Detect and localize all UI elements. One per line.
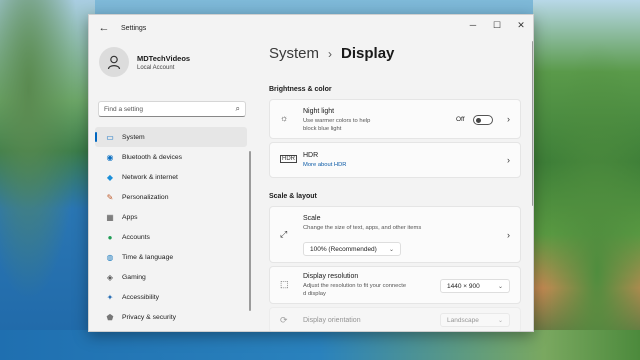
network-icon: ◆ (106, 172, 114, 182)
sidebar-item-bluetooth-devices[interactable]: ◉ Bluetooth & devices (95, 147, 247, 167)
page-title: Display (341, 45, 395, 62)
sidebar-item-label: Time & language (122, 253, 174, 261)
chevron-down-icon: ⌄ (497, 317, 503, 324)
night-light-card[interactable]: ☼ Night light Use warmer colors to help … (269, 99, 521, 139)
user-icon (107, 55, 121, 70)
sidebar-item-privacy-security[interactable]: ⬟ Privacy & security (95, 307, 247, 327)
sidebar-item-windows-update[interactable]: ↻Windows Update (95, 327, 247, 331)
sidebar-item-label: Network & internet (122, 173, 178, 181)
accessibility-icon: ✦ (106, 292, 114, 302)
resolution-dropdown[interactable]: 1440 × 900 ⌄ (440, 279, 510, 293)
breadcrumb: System › Display (269, 45, 394, 62)
chevron-right-icon[interactable]: › (507, 155, 510, 165)
sidebar-item-personalization[interactable]: ✎ Personalization (95, 187, 247, 207)
window-controls: ─ ☐ ✕ (461, 15, 533, 35)
shield-icon: ⬟ (106, 312, 114, 322)
night-light-desc-2: block blue light (303, 126, 342, 132)
orientation-icon: ⟳ (280, 315, 288, 325)
night-light-toggle[interactable] (473, 115, 493, 125)
resolution-title: Display resolution (303, 273, 359, 280)
desktop-background-left (0, 0, 95, 360)
resolution-desc-1: Adjust the resolution to fit your connec… (303, 283, 407, 289)
sidebar: MDTechVideos Local Account ⌕ ▭ System ◉ Blu… (89, 41, 253, 331)
avatar (99, 47, 129, 77)
profile-account-type: Local Account (137, 64, 175, 71)
gaming-icon: ◈ (106, 272, 114, 282)
night-light-state: Off (456, 116, 465, 123)
sidebar-item-label: Privacy & security (122, 313, 177, 321)
orientation-title: Display orientation (303, 317, 361, 324)
chevron-right-icon[interactable]: › (507, 230, 510, 240)
scale-desc: Change the size of text, apps, and other… (303, 225, 422, 231)
title-bar: ← Settings ─ ☐ ✕ (89, 15, 533, 41)
minimize-button[interactable]: ─ (461, 15, 485, 35)
resolution-desc-2: d display (303, 291, 326, 297)
sidebar-item-accessibility[interactable]: ✦ Accessibility (95, 287, 247, 307)
content-scrollbar[interactable] (532, 41, 533, 206)
app-title: Settings (121, 24, 147, 32)
chevron-right-icon[interactable]: › (507, 114, 510, 124)
breadcrumb-separator: › (328, 46, 333, 61)
hdr-link[interactable]: More about HDR (303, 162, 347, 168)
scale-title: Scale (303, 215, 321, 222)
sidebar-item-gaming[interactable]: ◈ Gaming (95, 267, 247, 287)
chevron-down-icon: ⌄ (388, 246, 394, 253)
hdr-card[interactable]: HDR HDR More about HDR › (269, 142, 521, 178)
hdr-icon: HDR (280, 155, 297, 163)
sidebar-item-label: Apps (122, 213, 138, 221)
sidebar-item-apps[interactable]: ▦ Apps (95, 207, 247, 227)
main-content: System › Display Brightness & color ☼ Ni… (261, 41, 533, 331)
search-box[interactable]: ⌕ (98, 101, 246, 117)
resolution-icon: ⬚ (280, 279, 289, 289)
scale-icon: ⤢ (280, 229, 288, 239)
sidebar-item-label: Personalization (122, 193, 169, 201)
back-arrow-icon: ← (98, 22, 110, 34)
settings-window: ← Settings ─ ☐ ✕ MDTechVideos Local Acco… (88, 14, 534, 332)
chevron-down-icon: ⌄ (497, 283, 503, 290)
profile-name: MDTechVideos (137, 53, 191, 63)
scale-card[interactable]: ⤢ Scale Change the size of text, apps, a… (269, 206, 521, 263)
orientation-value: Landscape (447, 316, 479, 324)
scale-value: 100% (Recommended) (310, 245, 377, 253)
sun-icon: ☼ (280, 113, 289, 123)
sidebar-item-label: Bluetooth & devices (122, 153, 183, 161)
sidebar-item-label: System (122, 133, 145, 141)
scale-dropdown[interactable]: 100% (Recommended) ⌄ (303, 242, 401, 256)
desktop-background-bottom (0, 330, 640, 360)
sidebar-nav: ▭ System ◉ Bluetooth & devices ◆ Network & in… (95, 127, 247, 331)
apps-icon: ▦ (106, 212, 114, 222)
breadcrumb-parent[interactable]: System (269, 45, 319, 62)
accounts-icon: ● (107, 232, 113, 242)
orientation-dropdown[interactable]: Landscape ⌄ (440, 313, 510, 327)
orientation-card[interactable]: ⟳ Display orientation Landscape ⌄ (269, 307, 521, 331)
close-button[interactable]: ✕ (509, 15, 533, 35)
desktop-background-right (533, 0, 640, 360)
resolution-value: 1440 × 900 (447, 282, 480, 290)
sidebar-item-system[interactable]: ▭ System (95, 127, 247, 147)
globe-icon: ◍ (106, 252, 114, 262)
sidebar-item-accounts[interactable]: ● Accounts (95, 227, 247, 247)
search-input[interactable] (104, 105, 224, 113)
profile[interactable]: MDTechVideos Local Account (99, 47, 190, 77)
sidebar-item-time-language[interactable]: ◍ Time & language (95, 247, 247, 267)
toggle-knob (476, 117, 481, 123)
sidebar-scrollbar[interactable] (249, 151, 251, 311)
section-brightness: Brightness & color (269, 86, 332, 93)
search-icon[interactable]: ⌕ (236, 104, 240, 114)
hdr-title: HDR (303, 152, 319, 159)
system-icon: ▭ (106, 132, 114, 142)
night-light-title: Night light (303, 108, 335, 115)
night-light-desc-1: Use warmer colors to help (303, 118, 371, 124)
section-scale-layout: Scale & layout (269, 193, 317, 200)
sidebar-item-network-internet[interactable]: ◆ Network & internet (95, 167, 247, 187)
maximize-button[interactable]: ☐ (485, 15, 509, 35)
bluetooth-icon: ◉ (106, 152, 114, 162)
resolution-card[interactable]: ⬚ Display resolution Adjust the resoluti… (269, 266, 521, 304)
sidebar-item-label: Accounts (122, 233, 150, 241)
brush-icon: ✎ (106, 192, 114, 202)
sidebar-item-label: Gaming (122, 273, 146, 281)
back-button[interactable]: ← (93, 17, 115, 39)
sidebar-item-label: Accessibility (122, 293, 160, 301)
